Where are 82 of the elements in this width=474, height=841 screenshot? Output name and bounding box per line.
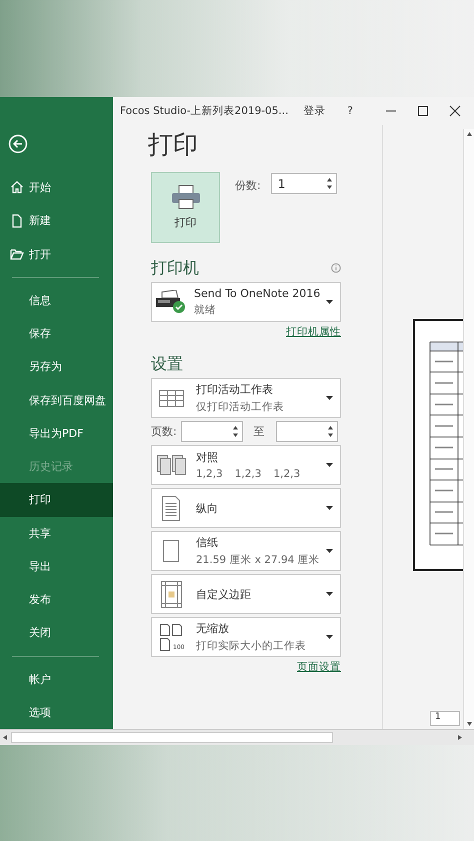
printer-name: Send To OneNote 2016: [194, 287, 322, 300]
caret-icon: [326, 506, 333, 510]
section-heading: 打印机: [151, 258, 199, 278]
help-button[interactable]: ?: [347, 105, 353, 117]
sidebar-item[interactable]: 共享: [0, 516, 113, 550]
sidebar-item[interactable]: 保存到百度网盘: [0, 383, 113, 417]
section-heading: 设置: [151, 354, 183, 374]
sidebar-item[interactable]: 保存: [0, 316, 113, 350]
copies-field[interactable]: 1: [270, 173, 337, 194]
sidebar-item[interactable]: 选项: [0, 696, 113, 730]
printer-icon: [156, 290, 186, 314]
page-to-field[interactable]: [276, 421, 338, 442]
sidebar-item[interactable]: 打印: [0, 483, 113, 517]
sign-in-link[interactable]: 登录: [303, 104, 326, 118]
setting-title: 对照: [196, 450, 219, 465]
folder-icon: [10, 247, 24, 262]
setting-dropdown[interactable]: 对照 1,2,3 1,2,3 1,2,3: [151, 445, 341, 485]
sidebar-item[interactable]: 发布: [0, 583, 113, 616]
pages-icon: [156, 455, 186, 475]
setting-subtitle: 打印实际大小的工作表: [196, 639, 307, 653]
document-icon: [10, 214, 24, 228]
setting-subtitle: 21.59 厘米 x 27.94 厘米: [196, 553, 321, 567]
setting-title: 信纸: [196, 535, 219, 550]
printer-status: 就绪: [194, 303, 217, 317]
sidebar-item[interactable]: 关闭: [0, 616, 113, 650]
caret-icon: [326, 300, 333, 304]
page-title: 打印: [148, 129, 199, 161]
scroll-left-icon[interactable]: [3, 735, 7, 740]
setting-title: 打印活动工作表: [196, 382, 274, 397]
info-icon[interactable]: [331, 263, 341, 273]
setting-dropdown[interactable]: 打印活动工作表 仅打印活动工作表: [151, 378, 341, 418]
collate-order: 1,2,3: [234, 468, 262, 480]
caret-icon: [326, 396, 333, 400]
setting-title: 纵向: [196, 500, 219, 516]
sidebar-item[interactable]: 导出: [0, 550, 113, 584]
sidebar-item[interactable]: 打开: [0, 237, 113, 271]
printer-icon: [172, 185, 200, 209]
page-icon: [163, 540, 179, 562]
caret-icon: [326, 635, 333, 639]
spinner-icon[interactable]: [232, 426, 238, 437]
document-icon: [162, 496, 180, 520]
collate-order: 1,2,3: [196, 468, 223, 480]
window-title: Focos Studio-上新列表2019-05...: [120, 104, 288, 118]
setting-dropdown[interactable]: 纵向: [151, 488, 341, 528]
print-button[interactable]: 打印: [151, 172, 220, 243]
page-from-field[interactable]: [180, 421, 243, 442]
printer-dropdown[interactable]: Send To OneNote 2016 就绪: [151, 282, 341, 322]
margins-icon: [160, 580, 182, 608]
close-icon[interactable]: [448, 105, 461, 117]
sidebar-item[interactable]: 开始: [0, 170, 113, 204]
to-label: 至: [254, 424, 265, 439]
back-icon[interactable]: [8, 134, 28, 154]
setting-subtitle: 仅打印活动工作表: [196, 400, 285, 414]
setting-dropdown[interactable]: 自定义边距: [151, 574, 341, 614]
scroll-up-icon[interactable]: [466, 132, 472, 136]
page-setup-link[interactable]: 页面设置: [297, 660, 341, 674]
sidebar-item[interactable]: 帐户: [0, 662, 113, 696]
pages-icon: [160, 624, 182, 650]
vertical-scrollbar[interactable]: [463, 129, 474, 729]
sidebar-item[interactable]: 导出为PDF: [0, 416, 113, 450]
scroll-down-icon[interactable]: [466, 722, 472, 726]
setting-title: 无缩放: [196, 621, 230, 636]
caret-icon: [326, 549, 333, 553]
copies-label: 份数:: [235, 178, 261, 193]
grid-icon: [158, 390, 184, 406]
scroll-right-icon[interactable]: [458, 735, 462, 740]
caret-icon: [326, 463, 333, 467]
spinner-icon[interactable]: [326, 178, 332, 189]
maximize-icon[interactable]: [416, 105, 429, 117]
setting-dropdown[interactable]: 信纸 21.59 厘米 x 27.94 厘米: [151, 531, 341, 571]
horizontal-scrollbar[interactable]: [0, 729, 474, 745]
home-icon: [10, 180, 24, 194]
setting-title: 自定义边距: [196, 586, 252, 602]
collate-order: 1,2,3: [273, 468, 300, 480]
page-number-field[interactable]: 1: [430, 711, 460, 726]
caret-icon: [326, 592, 333, 596]
spinner-icon[interactable]: [328, 426, 333, 437]
sidebar-item[interactable]: 信息: [0, 284, 113, 317]
printer-properties-link[interactable]: 打印机属性: [286, 325, 341, 339]
pages-label: 页数:: [151, 424, 177, 439]
sidebar-item[interactable]: 新建: [0, 204, 113, 238]
sidebar-item[interactable]: 另存为: [0, 350, 113, 384]
